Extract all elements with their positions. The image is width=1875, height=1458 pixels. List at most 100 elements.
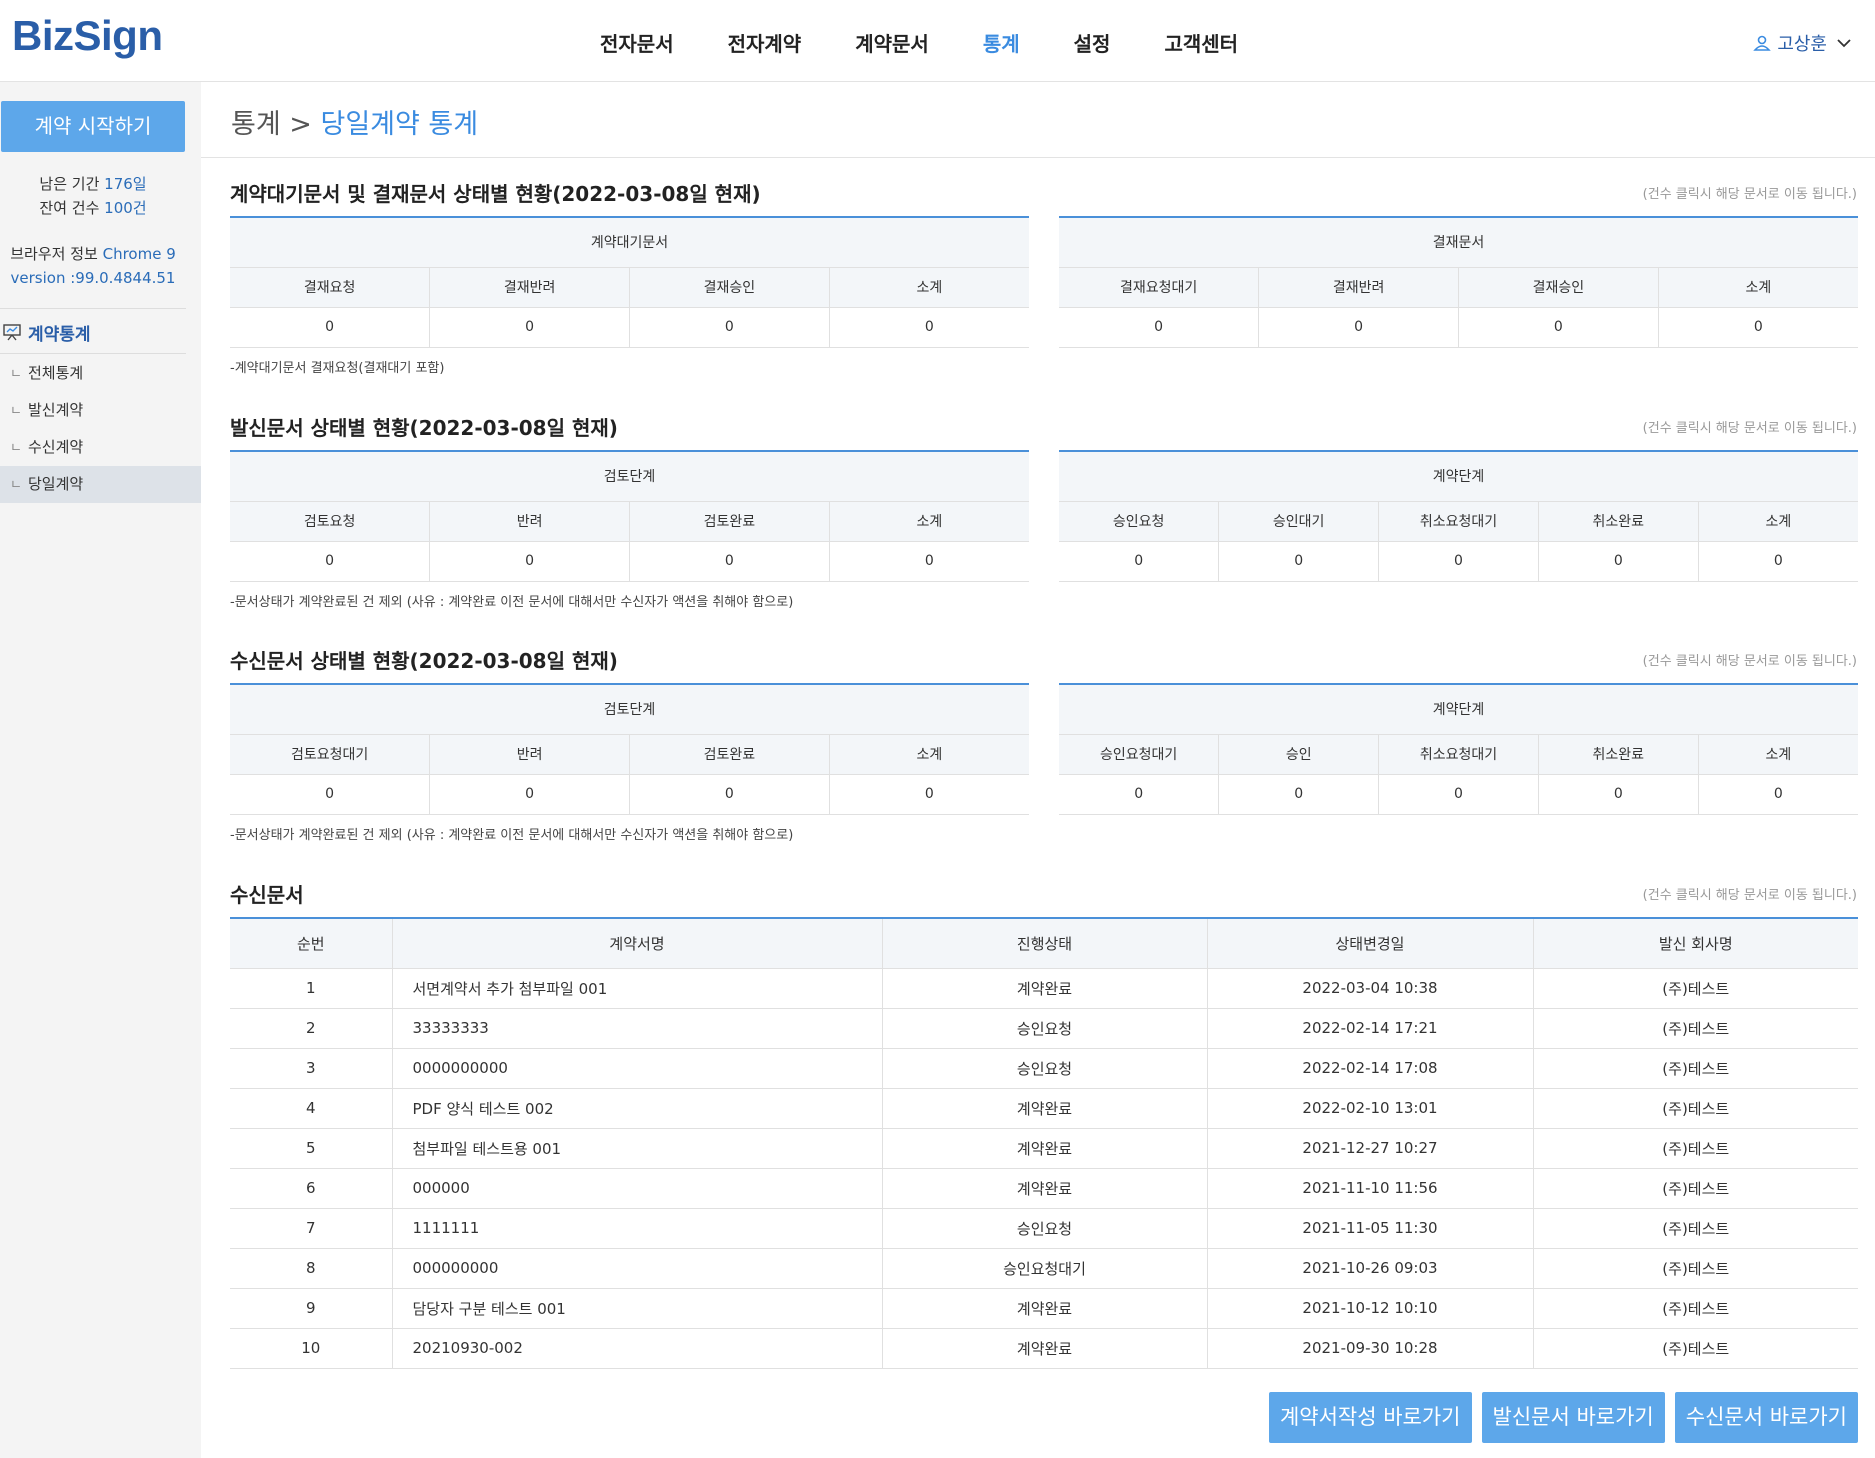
table-row[interactable]: 1 서면계약서 추가 첨부파일 001 계약완료 2022-03-04 10:38 (주… [230,968,1858,1009]
sender-company: (주)테스트 [1532,1128,1858,1169]
column-header: 결재요청대기 [1059,267,1259,308]
count-cell[interactable]: 0 [1537,774,1699,815]
contract-name[interactable]: 0000000000 [391,1048,882,1089]
sidebar: 계약 시작하기 남은 기간 176일 잔여 건수 100건 브라우저 정보 Ch… [0,82,201,1458]
table-row[interactable]: 3 0000000000 승인요청 2022-02-14 17:08 (주)테스트 [230,1048,1858,1089]
count-cell[interactable]: 0 [429,774,630,815]
received-contract-table: 계약단계 승인요청대기 승인 취소요청대기 취소완료 소계 0 0 0 0 0 [1059,683,1858,815]
breadcrumb-parent[interactable]: 통계 [231,109,281,140]
table-row[interactable]: 6 000000 계약완료 2021-11-10 11:56 (주)테스트 [230,1168,1858,1209]
contract-name[interactable]: PDF 양식 테스트 002 [391,1088,882,1129]
count-cell[interactable]: 0 [1218,774,1379,815]
count-cell[interactable]: 0 [1458,307,1659,348]
status-changed-date: 2022-03-04 10:38 [1206,968,1533,1009]
count-cell[interactable]: 0 [629,774,830,815]
sidebar-item-total-stats[interactable]: ㄴ 전체통계 [0,355,201,392]
count-cell[interactable]: 0 [629,307,830,348]
contract-name[interactable]: 000000000 [391,1248,882,1289]
section-note: (건수 클릭시 해당 문서로 이동 됩니다.) [1642,187,1857,202]
count-cell[interactable]: 0 [1537,541,1699,582]
table-row[interactable]: 4 PDF 양식 테스트 002 계약완료 2022-02-10 13:01 (주)테스… [230,1088,1858,1129]
contract-name[interactable]: 담당자 구분 테스트 001 [391,1288,882,1329]
count-cell[interactable]: 0 [1697,774,1858,815]
sender-company: (주)테스트 [1532,1008,1858,1049]
contract-name[interactable]: 000000 [391,1168,882,1209]
group-header: 검토단계 [230,683,1029,735]
sidebar-item-received-contracts[interactable]: ㄴ 수신계약 [0,429,201,466]
count-cell[interactable]: 0 [230,541,430,582]
sidebar-item-today-contracts[interactable]: ㄴ 당일계약 [0,466,201,503]
column-header: 상태변경일 [1206,917,1533,969]
nav-settings[interactable]: 설정 [1074,28,1111,57]
go-create-contract-button[interactable]: 계약서작성 바로가기 [1268,1392,1472,1443]
contract-name[interactable]: 20210930-002 [391,1328,882,1369]
column-header: 검토요청대기 [230,734,430,775]
count-cell[interactable]: 0 [1258,307,1459,348]
count-cell[interactable]: 0 [429,307,630,348]
sender-company: (주)테스트 [1532,1248,1858,1289]
table-row[interactable]: 9 담당자 구분 테스트 001 계약완료 2021-10-12 10:10 (주)테스… [230,1288,1858,1329]
count-cell[interactable]: 0 [1697,541,1858,582]
section-title-received-docs: 수신문서 [230,883,304,907]
corner-icon: ㄴ [10,367,22,382]
count-cell[interactable]: 0 [1378,774,1539,815]
sidebar-divider [0,353,186,354]
table-row[interactable]: 2 33333333 승인요청 2022-02-14 17:21 (주)테스트 [230,1008,1858,1049]
contract-name[interactable]: 1111111 [391,1208,882,1249]
count-cell[interactable]: 0 [629,541,830,582]
status-changed-date: 2022-02-10 13:01 [1206,1088,1533,1129]
nav-statistics[interactable]: 통계 [983,28,1020,57]
remaining-period: 남은 기간 176일 [39,175,147,193]
count-cell[interactable]: 0 [230,774,430,815]
table-row[interactable]: 7 1111111 승인요청 2021-11-05 11:30 (주)테스트 [230,1208,1858,1249]
count-cell[interactable]: 0 [828,307,1029,348]
count-cell[interactable]: 0 [429,541,630,582]
sidebar-item-sent-contracts[interactable]: ㄴ 발신계약 [0,392,201,429]
progress-status: 승인요청 [881,1208,1207,1249]
status-changed-date: 2022-02-14 17:21 [1206,1008,1533,1049]
count-cell[interactable]: 0 [828,774,1029,815]
table-row[interactable]: 5 첨부파일 테스트용 001 계약완료 2021-12-27 10:27 (주)테스트 [230,1128,1858,1169]
progress-status: 승인요청 [881,1008,1207,1049]
table-row[interactable]: 8 000000000 승인요청대기 2021-10-26 09:03 (주)테스트 [230,1248,1858,1289]
user-menu[interactable]: 고상훈 [1753,30,1851,56]
nav-e-contract[interactable]: 전자계약 [728,28,802,57]
progress-status: 승인요청대기 [881,1248,1207,1289]
progress-status: 계약완료 [881,968,1207,1009]
column-header: 계약서명 [391,917,882,969]
table-row[interactable]: 10 20210930-002 계약완료 2021-09-30 10:28 (주)테스트 [230,1328,1858,1369]
count-cell[interactable]: 0 [230,307,430,348]
start-contract-button[interactable]: 계약 시작하기 [1,101,185,152]
count-cell[interactable]: 0 [1059,774,1219,815]
count-cell[interactable]: 0 [1059,307,1259,348]
section-title-sent-status: 발신문서 상태별 현황(2022-03-08일 현재) [230,416,618,440]
go-sent-docs-button[interactable]: 발신문서 바로가기 [1481,1392,1665,1443]
count-cell[interactable]: 0 [1657,307,1858,348]
nav-contract-document[interactable]: 계약문서 [855,28,929,57]
column-header: 반려 [429,501,630,542]
nav-e-document[interactable]: 전자문서 [600,28,674,57]
bizsign-logo[interactable]: BizSign [12,12,163,60]
contract-name[interactable]: 서면계약서 추가 첨부파일 001 [391,968,882,1009]
count-cell[interactable]: 0 [1378,541,1539,582]
status-changed-date: 2021-10-12 10:10 [1206,1288,1533,1329]
count-cell[interactable]: 0 [828,541,1029,582]
column-header: 취소요청대기 [1378,734,1539,775]
nav-customer-center[interactable]: 고객센터 [1164,28,1238,57]
sidebar-section-title: 계약통계 [0,314,186,350]
count-cell[interactable]: 0 [1059,541,1219,582]
remaining-count: 잔여 건수 100건 [39,199,147,217]
contract-name[interactable]: 33333333 [391,1008,882,1049]
column-header: 검토완료 [629,734,830,775]
count-cell[interactable]: 0 [1218,541,1379,582]
status-changed-date: 2021-11-05 11:30 [1206,1208,1533,1249]
contract-name[interactable]: 첨부파일 테스트용 001 [391,1128,882,1169]
go-received-docs-button[interactable]: 수신문서 바로가기 [1674,1392,1858,1443]
corner-icon: ㄴ [10,478,22,493]
column-header: 진행상태 [881,917,1207,969]
footnote: -계약대기문서 결재요청(결재대기 포함) [230,361,445,376]
sent-contract-table: 계약단계 승인요청 승인대기 취소요청대기 취소완료 소계 0 0 0 0 0 [1059,450,1858,582]
column-header: 반려 [429,734,630,775]
row-number: 7 [230,1208,392,1249]
column-header: 결재승인 [1458,267,1659,308]
